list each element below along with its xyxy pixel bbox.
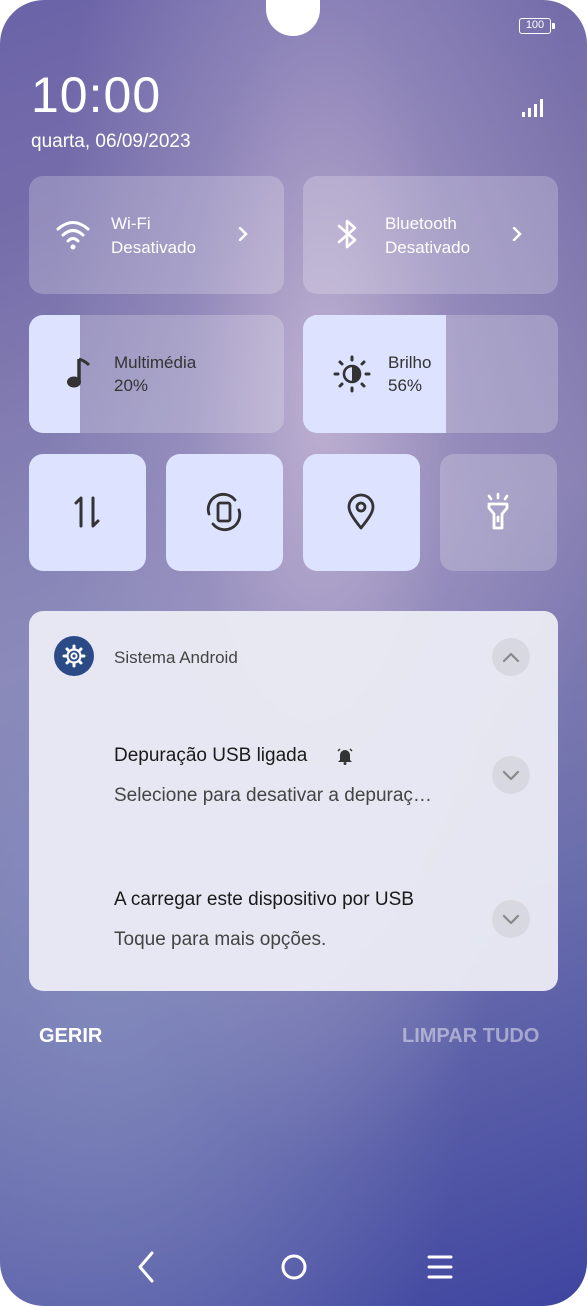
music-note-icon — [67, 357, 91, 388]
mobile-data-icon — [74, 496, 100, 528]
auto-rotate-icon — [206, 492, 242, 532]
home-icon[interactable] — [279, 1250, 309, 1284]
flashlight-toggle[interactable] — [440, 454, 557, 571]
brightness-icon — [333, 355, 371, 393]
chevron-right-icon[interactable] — [510, 227, 524, 241]
media-value: 20% — [114, 376, 149, 395]
brightness-label: Brilho — [388, 353, 432, 372]
wifi-tile[interactable]: Wi-Fi Desativado — [29, 176, 284, 294]
clear-all-button[interactable]: LIMPAR TUDO — [402, 1025, 539, 1048]
wifi-status: Desativado — [111, 238, 197, 257]
brightness-fill — [303, 315, 446, 433]
bluetooth-label: Bluetooth — [385, 214, 457, 233]
chevron-up-icon — [502, 652, 520, 663]
bluetooth-tile[interactable]: Bluetooth Desativado — [303, 176, 558, 294]
bluetooth-icon — [337, 219, 357, 249]
brightness-slider[interactable]: Brilho 56% — [303, 315, 558, 433]
camera-notch — [266, 0, 320, 36]
location-toggle[interactable] — [303, 454, 420, 571]
notification-shade: 100 10:00 quarta, 06/09/2023 Wi-Fi Desat… — [0, 0, 587, 1306]
wifi-label: Wi-Fi — [111, 214, 151, 233]
battery-level: 100 — [525, 19, 545, 31]
notification-text[interactable]: Toque para mais opções. — [114, 929, 326, 951]
notification-title[interactable]: Depuração USB ligada — [114, 745, 307, 767]
collapse-button[interactable] — [492, 638, 530, 676]
android-system-icon — [54, 636, 94, 676]
app-name: Sistema Android — [114, 648, 238, 667]
menu-icon[interactable] — [426, 1250, 454, 1284]
media-volume-slider[interactable]: Multimédia 20% — [29, 315, 284, 433]
notification-text[interactable]: Selecione para desativar a depuraç… — [114, 785, 432, 807]
media-label: Multimédia — [114, 353, 197, 372]
battery-icon: 100 — [519, 18, 555, 34]
auto-rotate-toggle[interactable] — [166, 454, 283, 571]
signal-icon — [522, 99, 543, 117]
notification-title[interactable]: A carregar este dispositivo por USB — [114, 889, 414, 911]
bell-icon — [337, 748, 353, 765]
notification-card[interactable]: Sistema Android Depuração USB ligada Sel… — [29, 611, 558, 991]
chevron-down-icon — [502, 770, 520, 781]
back-icon[interactable] — [134, 1250, 158, 1284]
clock-time: 10:00 — [31, 67, 162, 123]
wifi-icon — [56, 221, 90, 250]
chevron-down-icon — [502, 914, 520, 925]
chevron-right-icon[interactable] — [236, 227, 250, 241]
manage-button[interactable]: GERIR — [39, 1025, 102, 1048]
flashlight-icon — [487, 492, 509, 530]
bluetooth-status: Desativado — [385, 238, 471, 257]
brightness-value: 56% — [388, 376, 423, 395]
location-icon — [347, 493, 375, 530]
clock-date: quarta, 06/09/2023 — [31, 131, 191, 152]
expand-button[interactable] — [492, 900, 530, 938]
mobile-data-toggle[interactable] — [29, 454, 146, 571]
expand-button[interactable] — [492, 756, 530, 794]
